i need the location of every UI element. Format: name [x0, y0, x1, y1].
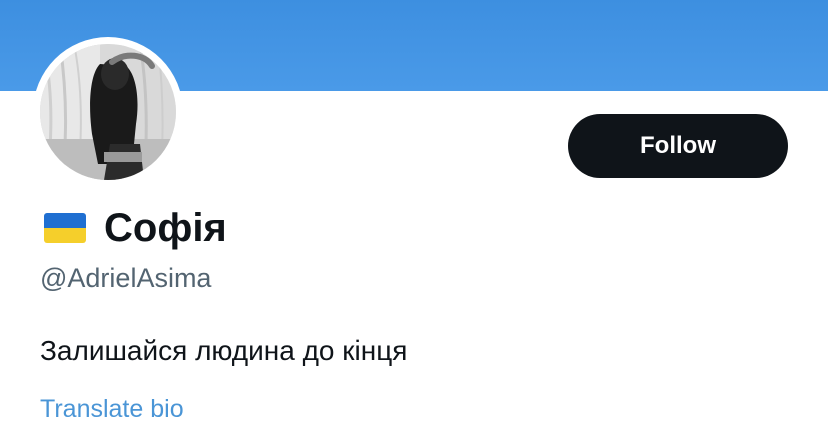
profile-header: Follow Софія @AdrielAsima Залишайся люди… — [0, 0, 828, 448]
follow-button[interactable]: Follow — [568, 114, 788, 178]
profile-bio: Залишайся людина до кінця — [40, 335, 408, 366]
translate-bio-link[interactable]: Translate bio — [40, 392, 184, 426]
display-name: Софія — [104, 206, 227, 250]
user-handle: @AdrielAsima — [40, 263, 212, 293]
avatar-photo — [40, 44, 176, 180]
avatar[interactable] — [33, 37, 183, 187]
display-name-row: Софія — [44, 204, 227, 252]
ukraine-flag-icon — [44, 213, 86, 243]
